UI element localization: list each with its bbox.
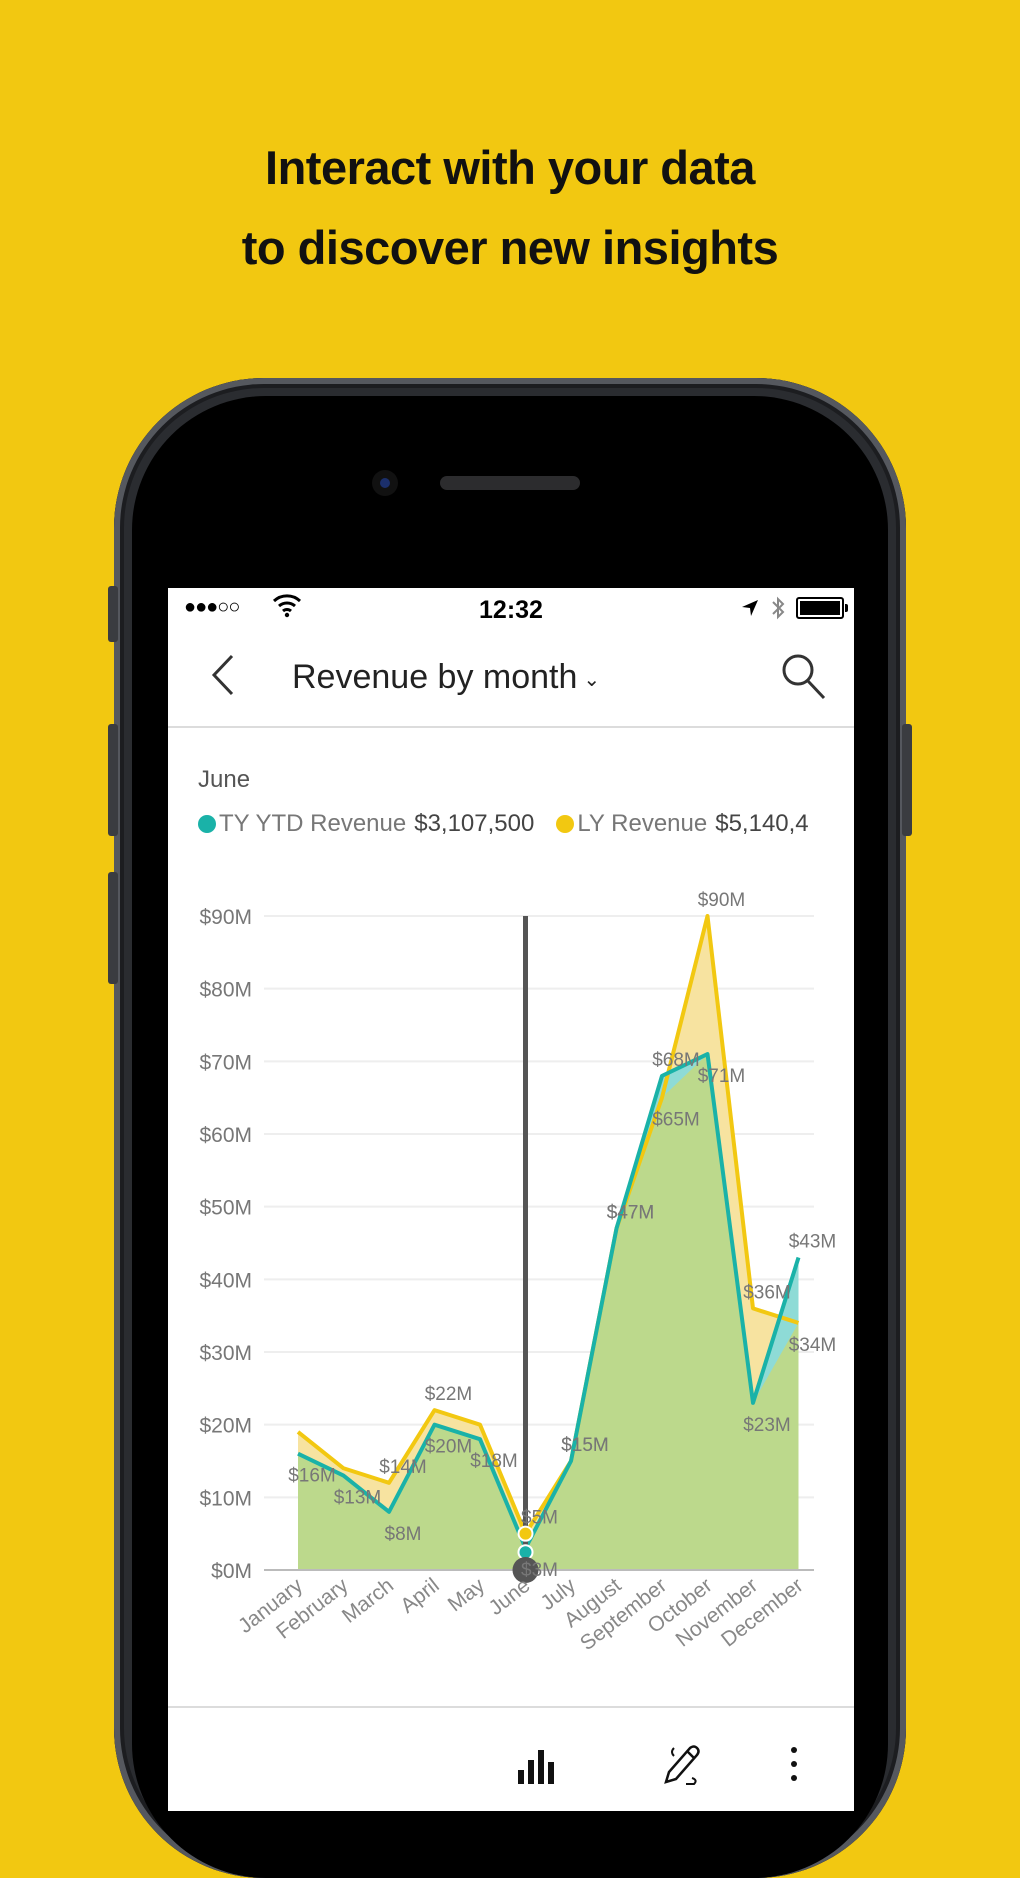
headline: Interact with your data to discover new …	[0, 128, 1020, 288]
x-tick-label: March	[338, 1574, 398, 1628]
data-label: $13M	[334, 1488, 382, 1509]
visual-type-button[interactable]	[512, 1740, 562, 1790]
front-camera	[372, 470, 398, 496]
earpiece-speaker	[440, 476, 580, 490]
x-tick-label: May	[444, 1574, 490, 1617]
app-screen: ●●●○○ 12:32 Revenue by month ⌄ June TY Y…	[168, 588, 854, 1811]
data-label: $5M	[521, 1508, 558, 1529]
data-label: $20M	[425, 1437, 473, 1458]
bar-chart-icon	[518, 1750, 554, 1784]
data-label: $34M	[789, 1335, 837, 1356]
data-label: $90M	[698, 890, 746, 911]
phone-volume-down	[108, 872, 118, 984]
y-tick-label: $0M	[211, 1560, 252, 1583]
data-label: $65M	[652, 1110, 700, 1131]
y-tick-label: $80M	[199, 979, 252, 1002]
bottom-toolbar	[168, 1706, 854, 1811]
y-tick-label: $10M	[199, 1487, 252, 1510]
data-label: $36M	[743, 1282, 791, 1303]
y-tick-label: $70M	[199, 1051, 252, 1074]
data-label: $14M	[379, 1457, 427, 1478]
data-label: $15M	[561, 1435, 609, 1456]
x-tick-label: April	[396, 1574, 443, 1618]
more-options-button[interactable]	[784, 1740, 834, 1790]
phone-power-button	[902, 724, 912, 836]
y-tick-label: $20M	[199, 1415, 252, 1438]
y-tick-label: $50M	[199, 1197, 252, 1220]
data-label: $71M	[698, 1066, 746, 1087]
data-label: $8M	[385, 1524, 422, 1545]
headline-line-1: Interact with your data	[265, 141, 755, 194]
headline-line-2: to discover new insights	[241, 221, 779, 274]
data-label: $43M	[789, 1232, 837, 1253]
more-vertical-icon	[791, 1747, 797, 1781]
revenue-area-chart[interactable]: $0M $10M $20M $30M $40M $50M $60M $70M $80M $90M $…	[168, 588, 854, 1706]
data-label: $18M	[470, 1451, 518, 1472]
y-tick-label: $60M	[199, 1124, 252, 1147]
data-label: $3M	[521, 1560, 558, 1581]
pen-annotate-icon	[664, 1745, 700, 1785]
data-label: $68M	[652, 1050, 700, 1071]
phone-mute-switch	[108, 586, 118, 642]
data-label: $23M	[743, 1415, 791, 1436]
data-label: $47M	[607, 1202, 655, 1223]
phone-volume-up	[108, 724, 118, 836]
annotate-button[interactable]	[656, 1740, 706, 1790]
data-label: $16M	[288, 1466, 336, 1487]
y-tick-label: $40M	[199, 1269, 252, 1292]
ly-selected-point	[517, 1525, 534, 1542]
y-tick-label: $30M	[199, 1342, 252, 1365]
data-label: $22M	[425, 1384, 473, 1405]
y-tick-label: $90M	[199, 906, 252, 929]
